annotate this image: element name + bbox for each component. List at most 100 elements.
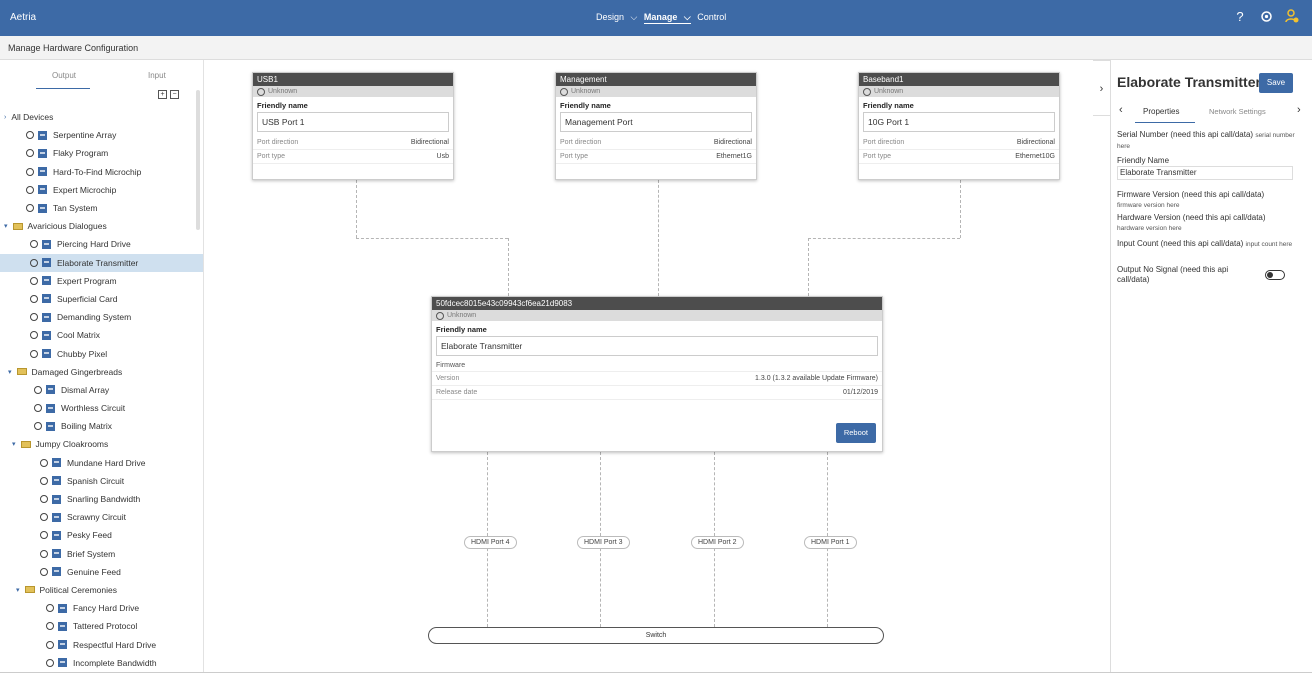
radio-icon[interactable] — [26, 149, 34, 158]
output-no-signal-toggle[interactable] — [1265, 270, 1285, 280]
collapse-all-button[interactable]: − — [170, 90, 179, 99]
radio-icon[interactable] — [34, 385, 42, 394]
tree-root[interactable]: › All Devices — [0, 108, 203, 126]
tree-device[interactable]: Genuine Feed — [0, 563, 203, 581]
radio-icon[interactable] — [30, 240, 38, 249]
radio-icon[interactable] — [40, 549, 48, 558]
tree-device[interactable]: Pesky Feed — [0, 526, 203, 544]
radio-icon[interactable] — [34, 422, 42, 431]
tree-device[interactable]: Serpentine Array — [0, 126, 203, 144]
radio-icon[interactable] — [40, 567, 48, 576]
radio-icon[interactable] — [30, 331, 38, 340]
tree-device[interactable]: Chubby Pixel — [0, 344, 203, 362]
radio-icon[interactable] — [30, 258, 38, 267]
port-card[interactable]: Baseband1 Unknown Friendly name 10G Port… — [858, 72, 1060, 180]
tab-network-settings[interactable]: Network Settings — [1209, 107, 1266, 116]
expand-all-button[interactable]: + — [158, 90, 167, 99]
radio-icon[interactable] — [40, 458, 48, 467]
panel-collapse-button[interactable]: › — [1093, 60, 1111, 116]
user-icon[interactable] — [1284, 8, 1300, 24]
hdmi-port-3[interactable]: HDMI Port 3 — [577, 536, 630, 549]
radio-icon[interactable] — [40, 495, 48, 504]
switch-node[interactable]: Switch — [428, 627, 884, 644]
tab-input[interactable]: Input — [148, 71, 166, 80]
hdmi-port-4[interactable]: HDMI Port 4 — [464, 536, 517, 549]
tree-caret-icon[interactable]: ▾ — [4, 222, 8, 230]
radio-icon[interactable] — [26, 167, 34, 176]
gear-icon[interactable] — [1258, 8, 1274, 24]
tab-properties[interactable]: Properties — [1143, 107, 1179, 116]
radio-icon[interactable] — [46, 622, 54, 631]
nav-control[interactable]: Control — [697, 12, 726, 22]
port-card[interactable]: USB1 Unknown Friendly name USB Port 1 Po… — [252, 72, 454, 180]
tab-underline — [1135, 122, 1195, 123]
tree-device[interactable]: Boiling Matrix — [0, 417, 203, 435]
radio-icon[interactable] — [26, 185, 34, 194]
radio-icon[interactable] — [30, 276, 38, 285]
radio-icon[interactable] — [34, 404, 42, 413]
tree-device[interactable]: Mundane Hard Drive — [0, 454, 203, 472]
tree-device[interactable]: Superficial Card — [0, 290, 203, 308]
tree-folder[interactable]: ▾ Political Ceremonies — [0, 581, 203, 599]
tab-next-icon[interactable]: › — [1297, 104, 1301, 116]
tree-device[interactable]: Dismal Array — [0, 381, 203, 399]
tree-device[interactable]: Snarling Bandwidth — [0, 490, 203, 508]
tree-device[interactable]: Expert Program — [0, 272, 203, 290]
tree-device[interactable]: Cool Matrix — [0, 326, 203, 344]
tab-output[interactable]: Output — [52, 71, 76, 80]
tree-device[interactable]: Scrawny Circuit — [0, 508, 203, 526]
radio-icon[interactable] — [30, 294, 38, 303]
tree-folder[interactable]: ▾ Avaricious Dialogues — [0, 217, 203, 235]
radio-icon[interactable] — [40, 476, 48, 485]
tree-device[interactable]: Worthless Circuit — [0, 399, 203, 417]
hdmi-port-2[interactable]: HDMI Port 2 — [691, 536, 744, 549]
nav-design[interactable]: Design ⌵ — [596, 12, 637, 22]
radio-icon[interactable] — [30, 349, 38, 358]
tree-device[interactable]: Flaky Program — [0, 144, 203, 162]
friendly-name-input[interactable]: 10G Port 1 — [863, 112, 1055, 132]
tree-device[interactable]: Tan System — [0, 199, 203, 217]
top-bar: Aetria Design ⌵ Manage ⌵ Control ? — [0, 0, 1312, 36]
tree-device[interactable]: Respectful Hard Drive — [0, 635, 203, 653]
tree-device[interactable]: Piercing Hard Drive — [0, 235, 203, 253]
tab-prev-icon[interactable]: ‹ — [1119, 104, 1123, 116]
tree-device[interactable]: Elaborate Transmitter — [0, 253, 203, 272]
tree-device[interactable]: Expert Microchip — [0, 181, 203, 199]
tree-caret-icon[interactable]: › — [4, 114, 6, 121]
radio-icon[interactable] — [46, 604, 54, 613]
tree-folder[interactable]: ▾ Jumpy Cloakrooms — [0, 435, 203, 453]
port-card[interactable]: Management Unknown Friendly name Managem… — [555, 72, 757, 180]
status-icon — [863, 87, 871, 96]
tree-device[interactable]: Hard-To-Find Microchip — [0, 163, 203, 181]
tree-caret-icon[interactable]: ▾ — [8, 368, 12, 376]
friendly-name-input[interactable]: Elaborate Transmitter — [436, 336, 878, 356]
connector-line — [356, 238, 508, 239]
tree-device[interactable]: Incomplete Bandwidth — [0, 654, 203, 672]
tree-device[interactable]: Brief System — [0, 545, 203, 563]
tree-device[interactable]: Demanding System — [0, 308, 203, 326]
radio-icon[interactable] — [40, 513, 48, 522]
card-title: Management — [556, 73, 756, 86]
device-icon — [42, 276, 51, 286]
tree-folder[interactable]: ▾ Damaged Gingerbreads — [0, 363, 203, 381]
friendly-name-input[interactable]: Management Port — [560, 112, 752, 132]
reboot-button[interactable]: Reboot — [835, 423, 876, 443]
tree-device[interactable]: Fancy Hard Drive — [0, 599, 203, 617]
radio-icon[interactable] — [26, 204, 34, 213]
tree-device[interactable]: Spanish Circuit — [0, 472, 203, 490]
radio-icon[interactable] — [40, 531, 48, 540]
radio-icon[interactable] — [46, 640, 54, 649]
tree-device[interactable]: Tattered Protocol — [0, 617, 203, 635]
radio-icon[interactable] — [30, 313, 38, 322]
device-card[interactable]: 50fdcec8015e43c09943cf6ea21d9083 Unknown… — [431, 296, 883, 452]
help-icon[interactable]: ? — [1232, 8, 1248, 24]
friendly-name-input[interactable]: USB Port 1 — [257, 112, 449, 132]
hdmi-port-1[interactable]: HDMI Port 1 — [804, 536, 857, 549]
friendly-name-input[interactable]: Elaborate Transmitter — [1117, 166, 1293, 180]
save-button[interactable]: Save — [1259, 73, 1293, 93]
tree-caret-icon[interactable]: ▾ — [16, 586, 20, 594]
radio-icon[interactable] — [46, 658, 54, 667]
nav-manage[interactable]: Manage ⌵ — [643, 12, 691, 24]
tree-caret-icon[interactable]: ▾ — [12, 440, 16, 448]
radio-icon[interactable] — [26, 131, 34, 140]
